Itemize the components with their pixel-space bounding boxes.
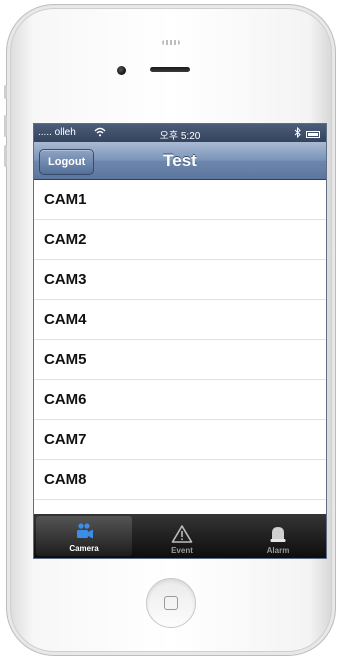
camera-list-item[interactable]: CAM7 bbox=[34, 420, 326, 460]
page-title: Test bbox=[163, 151, 197, 170]
camera-list-item[interactable]: CAM2 bbox=[34, 220, 326, 260]
alarm-bell-icon bbox=[270, 527, 286, 542]
tab-camera[interactable]: Camera bbox=[36, 516, 132, 556]
camera-name: CAM1 bbox=[44, 191, 87, 208]
camera-name: CAM8 bbox=[44, 471, 87, 488]
status-time: 오후 5:20 bbox=[159, 131, 201, 142]
home-button[interactable] bbox=[146, 578, 196, 628]
camera-name: CAM4 bbox=[44, 311, 87, 328]
camera-list: CAM1 CAM2 CAM3 CAM4 CAM5 CAM6 CAM7 CAM8 bbox=[34, 180, 326, 500]
camera-list-item[interactable]: CAM5 bbox=[34, 340, 326, 380]
bluetooth-icon bbox=[294, 126, 301, 141]
tab-label: Event bbox=[171, 546, 193, 555]
camera-list-item[interactable]: CAM8 bbox=[34, 460, 326, 500]
camera-name: CAM7 bbox=[44, 431, 87, 448]
app-screen: ..... olleh 오후 5:20 Logout Test CAM1 CAM… bbox=[33, 123, 327, 559]
mute-switch bbox=[4, 85, 7, 99]
tab-bar: Camera Event Alarm bbox=[34, 514, 326, 558]
camera-name: CAM2 bbox=[44, 231, 87, 248]
front-camera bbox=[117, 66, 126, 75]
earpiece-speaker bbox=[150, 67, 190, 72]
home-square-icon bbox=[164, 596, 178, 610]
camera-name: CAM5 bbox=[44, 351, 87, 368]
camera-list-item[interactable]: CAM3 bbox=[34, 260, 326, 300]
navigation-bar: Logout Test bbox=[34, 142, 326, 180]
video-camera-icon bbox=[77, 523, 93, 539]
camera-list-item[interactable]: CAM6 bbox=[34, 380, 326, 420]
camera-list-item[interactable]: CAM1 bbox=[34, 180, 326, 220]
camera-name: CAM6 bbox=[44, 391, 87, 408]
tab-alarm[interactable]: Alarm bbox=[230, 514, 326, 558]
tab-label: Alarm bbox=[266, 546, 290, 555]
battery-icon bbox=[306, 130, 320, 138]
tab-label: Camera bbox=[69, 544, 99, 553]
warning-triangle-icon bbox=[171, 525, 193, 543]
camera-list-item[interactable]: CAM4 bbox=[34, 300, 326, 340]
volume-up-button bbox=[4, 115, 7, 137]
top-sensor bbox=[162, 40, 180, 45]
camera-name: CAM3 bbox=[44, 271, 87, 288]
volume-down-button bbox=[4, 145, 7, 167]
status-bar: ..... olleh 오후 5:20 bbox=[34, 124, 326, 142]
tab-event[interactable]: Event bbox=[134, 514, 230, 558]
